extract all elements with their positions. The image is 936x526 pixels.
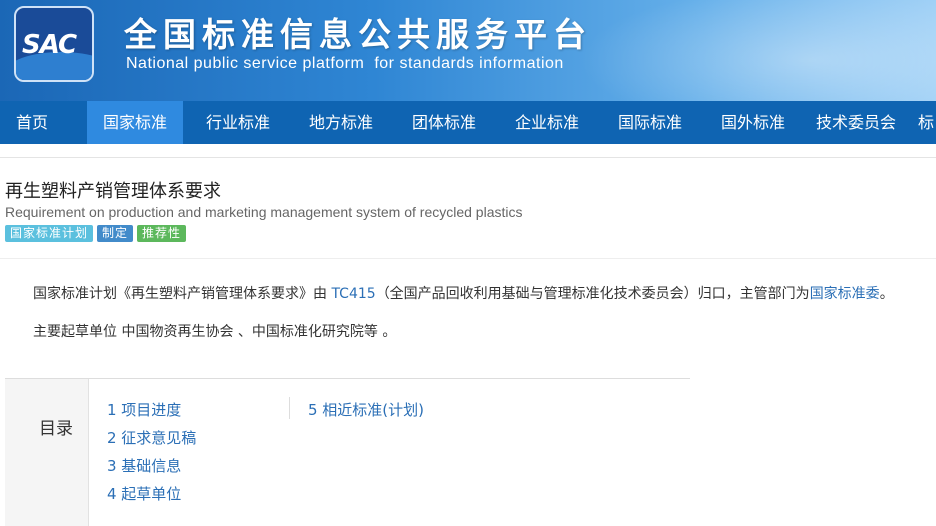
toc-item-project-progress[interactable]: 1 项目进度 <box>107 399 181 420</box>
nav-home[interactable]: 首页 <box>0 101 64 144</box>
table-of-contents: 目录 1 项目进度 2 征求意见稿 3 基础信息 4 起草单位 5 相近标准(计… <box>5 378 690 526</box>
toc-column-divider <box>289 397 290 419</box>
nav-group-standards[interactable]: 团体标准 <box>396 101 492 144</box>
badge-formulate: 制定 <box>97 225 134 242</box>
nav-international-standards[interactable]: 国际标准 <box>602 101 698 144</box>
tc415-link[interactable]: TC415 <box>331 286 375 302</box>
header-banner: SAC 全国标准信息公共服务平台 National public service… <box>0 0 936 101</box>
banner-watermark <box>560 0 936 101</box>
nav-industry-standards[interactable]: 行业标准 <box>190 101 286 144</box>
drafting-units-text: 主要起草单位 中国物资再生协会 、中国标准化研究院等 。 <box>33 324 397 340</box>
desc-text-pre: 国家标准计划《再生塑料产销管理体系要求》由 <box>33 286 332 302</box>
nav-enterprise-standards[interactable]: 企业标准 <box>499 101 595 144</box>
nav-national-standards[interactable]: 国家标准 <box>87 101 183 144</box>
toc-item-drafting-units[interactable]: 4 起草单位 <box>107 483 181 504</box>
badge-national-plan: 国家标准计划 <box>5 225 94 242</box>
sac-department-link[interactable]: 国家标准委 <box>810 286 880 302</box>
main-nav: 首页 国家标准 行业标准 地方标准 团体标准 企业标准 国际标准 国外标准 技术… <box>0 101 936 144</box>
site-subtitle-part2: for standards information <box>374 55 564 72</box>
toc-label: 目录 <box>39 419 73 439</box>
desc-text-mid: （全国产品回收利用基础与管理标准化技术委员会）归口，主管部门为 <box>375 286 810 302</box>
standard-badges: 国家标准计划 制定 推荐性 <box>5 225 187 242</box>
toc-item-basic-info[interactable]: 3 基础信息 <box>107 455 181 476</box>
nav-foreign-standards[interactable]: 国外标准 <box>705 101 801 144</box>
header-separator <box>0 258 936 259</box>
standard-title-en: Requirement on production and marketing … <box>5 204 523 220</box>
content-separator <box>0 157 936 158</box>
toc-item-draft-for-comments[interactable]: 2 征求意见稿 <box>107 427 196 448</box>
badge-recommended: 推荐性 <box>137 225 187 242</box>
sac-logo[interactable]: SAC <box>14 6 94 82</box>
site-subtitle: National public service platform for stan… <box>126 55 564 73</box>
toc-sidebar: 目录 <box>5 379 89 526</box>
nav-local-standards[interactable]: 地方标准 <box>293 101 389 144</box>
site-title: 全国标准信息公共服务平台 <box>124 15 592 54</box>
description-paragraph: 国家标准计划《再生塑料产销管理体系要求》由 TC415（全国产品回收利用基础与管… <box>33 283 894 303</box>
logo-text: SAC <box>22 30 77 60</box>
nav-more[interactable]: 标 <box>912 101 936 144</box>
desc-text-end: 。 <box>879 286 894 302</box>
nav-technical-committees[interactable]: 技术委员会 <box>808 101 904 144</box>
site-subtitle-part1: National public service platform <box>126 55 365 72</box>
toc-item-similar-standards[interactable]: 5 相近标准(计划) <box>308 399 424 420</box>
standard-title: 再生塑料产销管理体系要求 <box>5 181 221 202</box>
